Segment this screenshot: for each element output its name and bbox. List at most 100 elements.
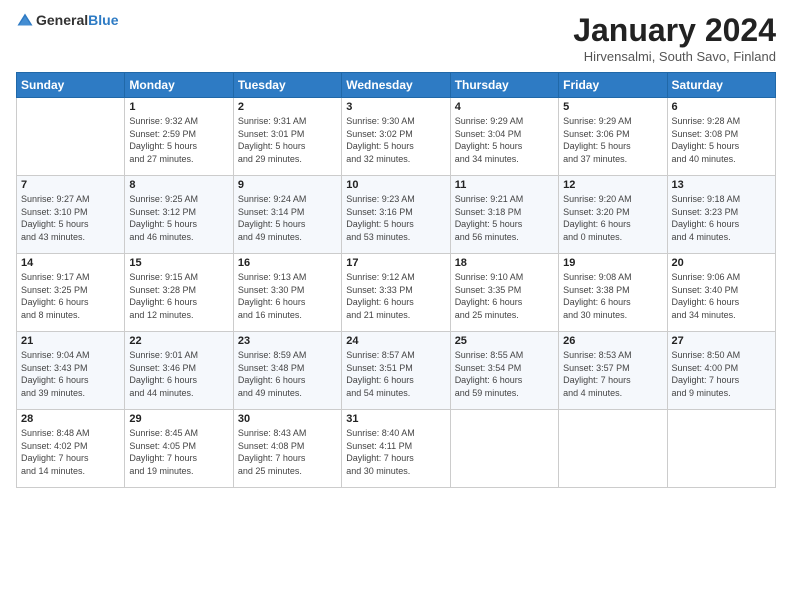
title-block: January 2024 Hirvensalmi, South Savo, Fi… bbox=[573, 12, 776, 64]
day-header-tuesday: Tuesday bbox=[233, 73, 341, 98]
day-header-saturday: Saturday bbox=[667, 73, 775, 98]
day-info: Sunrise: 8:48 AMSunset: 4:02 PMDaylight:… bbox=[21, 427, 120, 477]
day-number: 24 bbox=[346, 335, 445, 347]
day-info: Sunrise: 9:25 AMSunset: 3:12 PMDaylight:… bbox=[129, 193, 228, 243]
calendar-cell: 10 Sunrise: 9:23 AMSunset: 3:16 PMDayligh… bbox=[342, 176, 450, 254]
week-row-3: 14 Sunrise: 9:17 AMSunset: 3:25 PMDayligh… bbox=[17, 254, 776, 332]
calendar-table: SundayMondayTuesdayWednesdayThursdayFrid… bbox=[16, 72, 776, 488]
day-header-monday: Monday bbox=[125, 73, 233, 98]
day-number: 6 bbox=[672, 101, 771, 113]
week-row-4: 21 Sunrise: 9:04 AMSunset: 3:43 PMDayligh… bbox=[17, 332, 776, 410]
day-number: 13 bbox=[672, 179, 771, 191]
calendar-cell: 9 Sunrise: 9:24 AMSunset: 3:14 PMDaylight… bbox=[233, 176, 341, 254]
day-info: Sunrise: 9:06 AMSunset: 3:40 PMDaylight:… bbox=[672, 271, 771, 321]
day-header-friday: Friday bbox=[559, 73, 667, 98]
day-number: 29 bbox=[129, 413, 228, 425]
day-number: 19 bbox=[563, 257, 662, 269]
calendar-cell: 28 Sunrise: 8:48 AMSunset: 4:02 PMDayligh… bbox=[17, 410, 125, 488]
calendar-cell bbox=[17, 98, 125, 176]
calendar-cell: 15Sunrise: 9:15 AMSunset: 3:28 PMDayligh… bbox=[125, 254, 233, 332]
day-number: 2 bbox=[238, 101, 337, 113]
logo: GeneralBlue bbox=[16, 12, 118, 30]
day-number: 7 bbox=[21, 179, 120, 191]
page: GeneralBlue January 2024 Hirvensalmi, So… bbox=[0, 0, 792, 612]
day-number: 14 bbox=[21, 257, 120, 269]
calendar-cell: 30Sunrise: 8:43 AMSunset: 4:08 PMDayligh… bbox=[233, 410, 341, 488]
calendar-cell: 21 Sunrise: 9:04 AMSunset: 3:43 PMDayligh… bbox=[17, 332, 125, 410]
day-info: Sunrise: 9:27 AMSunset: 3:10 PMDaylight:… bbox=[21, 193, 120, 243]
day-header-wednesday: Wednesday bbox=[342, 73, 450, 98]
day-number: 3 bbox=[346, 101, 445, 113]
day-number: 21 bbox=[21, 335, 120, 347]
day-info: Sunrise: 9:32 AMSunset: 2:59 PMDaylight:… bbox=[129, 115, 228, 165]
calendar-cell: 24 Sunrise: 8:57 AMSunset: 3:51 PMDayligh… bbox=[342, 332, 450, 410]
calendar-cell: 23 Sunrise: 8:59 AMSunset: 3:48 PMDayligh… bbox=[233, 332, 341, 410]
calendar-cell: 4Sunrise: 9:29 AMSunset: 3:04 PMDaylight… bbox=[450, 98, 558, 176]
calendar-cell bbox=[559, 410, 667, 488]
calendar-cell: 1 Sunrise: 9:32 AMSunset: 2:59 PMDaylight… bbox=[125, 98, 233, 176]
calendar-cell: 17 Sunrise: 9:12 AMSunset: 3:33 PMDayligh… bbox=[342, 254, 450, 332]
day-info: Sunrise: 8:43 AMSunset: 4:08 PMDaylight:… bbox=[238, 427, 337, 477]
day-info: Sunrise: 9:24 AMSunset: 3:14 PMDaylight:… bbox=[238, 193, 337, 243]
location-subtitle: Hirvensalmi, South Savo, Finland bbox=[573, 49, 776, 64]
day-info: Sunrise: 9:13 AMSunset: 3:30 PMDaylight:… bbox=[238, 271, 337, 321]
calendar-cell: 5 Sunrise: 9:29 AMSunset: 3:06 PMDaylight… bbox=[559, 98, 667, 176]
day-info: Sunrise: 9:21 AMSunset: 3:18 PMDaylight:… bbox=[455, 193, 554, 243]
day-info: Sunrise: 9:23 AMSunset: 3:16 PMDaylight:… bbox=[346, 193, 445, 243]
calendar-cell bbox=[667, 410, 775, 488]
day-info: Sunrise: 9:20 AMSunset: 3:20 PMDaylight:… bbox=[563, 193, 662, 243]
day-info: Sunrise: 9:10 AMSunset: 3:35 PMDaylight:… bbox=[455, 271, 554, 321]
calendar-cell: 26Sunrise: 8:53 AMSunset: 3:57 PMDayligh… bbox=[559, 332, 667, 410]
calendar-cell: 8Sunrise: 9:25 AMSunset: 3:12 PMDaylight… bbox=[125, 176, 233, 254]
week-row-1: 1 Sunrise: 9:32 AMSunset: 2:59 PMDaylight… bbox=[17, 98, 776, 176]
calendar-cell: 22 Sunrise: 9:01 AMSunset: 3:46 PMDayligh… bbox=[125, 332, 233, 410]
calendar-cell bbox=[450, 410, 558, 488]
day-number: 16 bbox=[238, 257, 337, 269]
calendar-cell: 25 Sunrise: 8:55 AMSunset: 3:54 PMDayligh… bbox=[450, 332, 558, 410]
calendar-cell: 16 Sunrise: 9:13 AMSunset: 3:30 PMDayligh… bbox=[233, 254, 341, 332]
day-number: 1 bbox=[129, 101, 228, 113]
day-number: 20 bbox=[672, 257, 771, 269]
calendar-cell: 3 Sunrise: 9:30 AMSunset: 3:02 PMDaylight… bbox=[342, 98, 450, 176]
day-number: 22 bbox=[129, 335, 228, 347]
day-info: Sunrise: 9:29 AMSunset: 3:06 PMDaylight:… bbox=[563, 115, 662, 165]
day-number: 28 bbox=[21, 413, 120, 425]
calendar-cell: 18 Sunrise: 9:10 AMSunset: 3:35 PMDayligh… bbox=[450, 254, 558, 332]
week-row-2: 7 Sunrise: 9:27 AMSunset: 3:10 PMDaylight… bbox=[17, 176, 776, 254]
calendar-cell: 27Sunrise: 8:50 AMSunset: 4:00 PMDayligh… bbox=[667, 332, 775, 410]
day-number: 9 bbox=[238, 179, 337, 191]
day-info: Sunrise: 8:45 AMSunset: 4:05 PMDaylight:… bbox=[129, 427, 228, 477]
day-number: 25 bbox=[455, 335, 554, 347]
day-info: Sunrise: 8:55 AMSunset: 3:54 PMDaylight:… bbox=[455, 349, 554, 399]
day-info: Sunrise: 9:01 AMSunset: 3:46 PMDaylight:… bbox=[129, 349, 228, 399]
day-number: 31 bbox=[346, 413, 445, 425]
day-info: Sunrise: 8:50 AMSunset: 4:00 PMDaylight:… bbox=[672, 349, 771, 399]
day-number: 18 bbox=[455, 257, 554, 269]
day-header-sunday: Sunday bbox=[17, 73, 125, 98]
calendar-cell: 19Sunrise: 9:08 AMSunset: 3:38 PMDayligh… bbox=[559, 254, 667, 332]
calendar-cell: 13 Sunrise: 9:18 AMSunset: 3:23 PMDayligh… bbox=[667, 176, 775, 254]
calendar-cell: 6 Sunrise: 9:28 AMSunset: 3:08 PMDaylight… bbox=[667, 98, 775, 176]
day-info: Sunrise: 9:28 AMSunset: 3:08 PMDaylight:… bbox=[672, 115, 771, 165]
logo-icon bbox=[16, 12, 34, 30]
day-info: Sunrise: 9:31 AMSunset: 3:01 PMDaylight:… bbox=[238, 115, 337, 165]
day-info: Sunrise: 9:12 AMSunset: 3:33 PMDaylight:… bbox=[346, 271, 445, 321]
day-info: Sunrise: 8:53 AMSunset: 3:57 PMDaylight:… bbox=[563, 349, 662, 399]
day-number: 5 bbox=[563, 101, 662, 113]
day-number: 10 bbox=[346, 179, 445, 191]
header: GeneralBlue January 2024 Hirvensalmi, So… bbox=[16, 12, 776, 64]
day-info: Sunrise: 9:18 AMSunset: 3:23 PMDaylight:… bbox=[672, 193, 771, 243]
calendar-cell: 11Sunrise: 9:21 AMSunset: 3:18 PMDayligh… bbox=[450, 176, 558, 254]
day-info: Sunrise: 8:57 AMSunset: 3:51 PMDaylight:… bbox=[346, 349, 445, 399]
month-title: January 2024 bbox=[573, 12, 776, 49]
calendar-cell: 2 Sunrise: 9:31 AMSunset: 3:01 PMDaylight… bbox=[233, 98, 341, 176]
day-info: Sunrise: 9:30 AMSunset: 3:02 PMDaylight:… bbox=[346, 115, 445, 165]
day-info: Sunrise: 9:17 AMSunset: 3:25 PMDaylight:… bbox=[21, 271, 120, 321]
day-number: 23 bbox=[238, 335, 337, 347]
logo-blue: Blue bbox=[88, 12, 118, 28]
day-number: 17 bbox=[346, 257, 445, 269]
day-info: Sunrise: 8:59 AMSunset: 3:48 PMDaylight:… bbox=[238, 349, 337, 399]
day-info: Sunrise: 8:40 AMSunset: 4:11 PMDaylight:… bbox=[346, 427, 445, 477]
day-info: Sunrise: 9:15 AMSunset: 3:28 PMDaylight:… bbox=[129, 271, 228, 321]
day-info: Sunrise: 9:04 AMSunset: 3:43 PMDaylight:… bbox=[21, 349, 120, 399]
